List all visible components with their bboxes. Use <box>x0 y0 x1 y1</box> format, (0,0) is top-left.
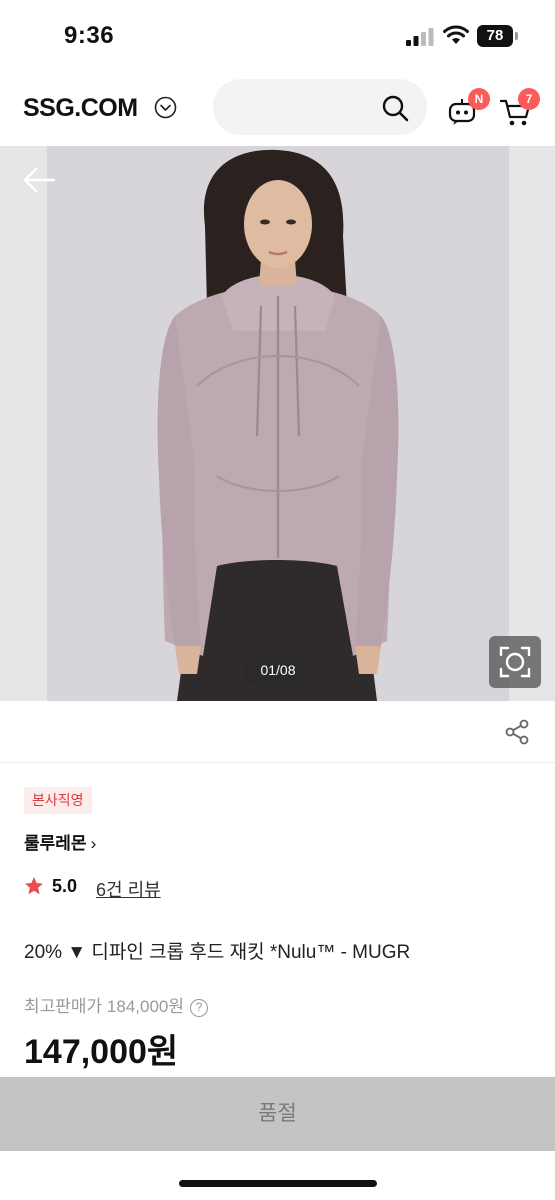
battery-level: 78 <box>486 27 504 44</box>
share-row <box>0 701 555 763</box>
cellular-signal-icon <box>406 28 434 46</box>
chevron-down-icon[interactable] <box>154 96 177 119</box>
star-icon <box>25 877 43 895</box>
lens-search-icon <box>499 646 531 678</box>
product-photo[interactable] <box>47 146 509 701</box>
brand-name[interactable]: 룰루레몬 <box>24 834 87 853</box>
notification-badge: N <box>468 88 490 110</box>
cart-count-badge: 7 <box>518 88 540 110</box>
floating-back-arrow-icon[interactable] <box>34 1013 64 1039</box>
sold-out-button[interactable]: 품절 <box>0 1077 555 1151</box>
status-bar: 9:36 78 <box>0 0 555 70</box>
search-icon[interactable] <box>381 94 409 122</box>
product-image-gallery[interactable]: 01/08 <box>0 146 555 701</box>
status-time: 9:36 <box>64 22 115 49</box>
site-logo[interactable]: SSG.COM <box>23 94 138 123</box>
review-link[interactable]: 6건 리뷰 <box>96 876 161 902</box>
official-store-badge: 본사직영 <box>24 787 92 814</box>
home-indicator <box>179 1180 377 1187</box>
product-title: 20% ▼ 디파인 크롭 후드 재킷 *Nulu™ - MUGR <box>24 942 411 963</box>
visual-search-button[interactable] <box>489 636 541 688</box>
site-header: SSG.COM N 7 <box>0 70 555 146</box>
wifi-icon <box>443 25 469 44</box>
battery-tip <box>515 32 518 40</box>
model-illustration <box>47 146 509 701</box>
image-counter: 01/08 <box>242 654 314 686</box>
rating-value: 5.0 <box>52 876 78 896</box>
product-page: 9:36 78 SSG.COM N 7 01/08 본사직영 룰루레몬 › 5.… <box>0 0 555 1200</box>
help-icon[interactable]: ? <box>190 999 209 1017</box>
share-icon[interactable] <box>504 719 530 745</box>
chevron-right-icon[interactable]: › <box>91 834 97 853</box>
battery-indicator: 78 <box>477 25 519 47</box>
search-input[interactable] <box>213 79 427 135</box>
image-back-arrow-icon[interactable] <box>22 166 56 194</box>
brand-link[interactable]: 룰루레몬 › <box>24 829 96 854</box>
